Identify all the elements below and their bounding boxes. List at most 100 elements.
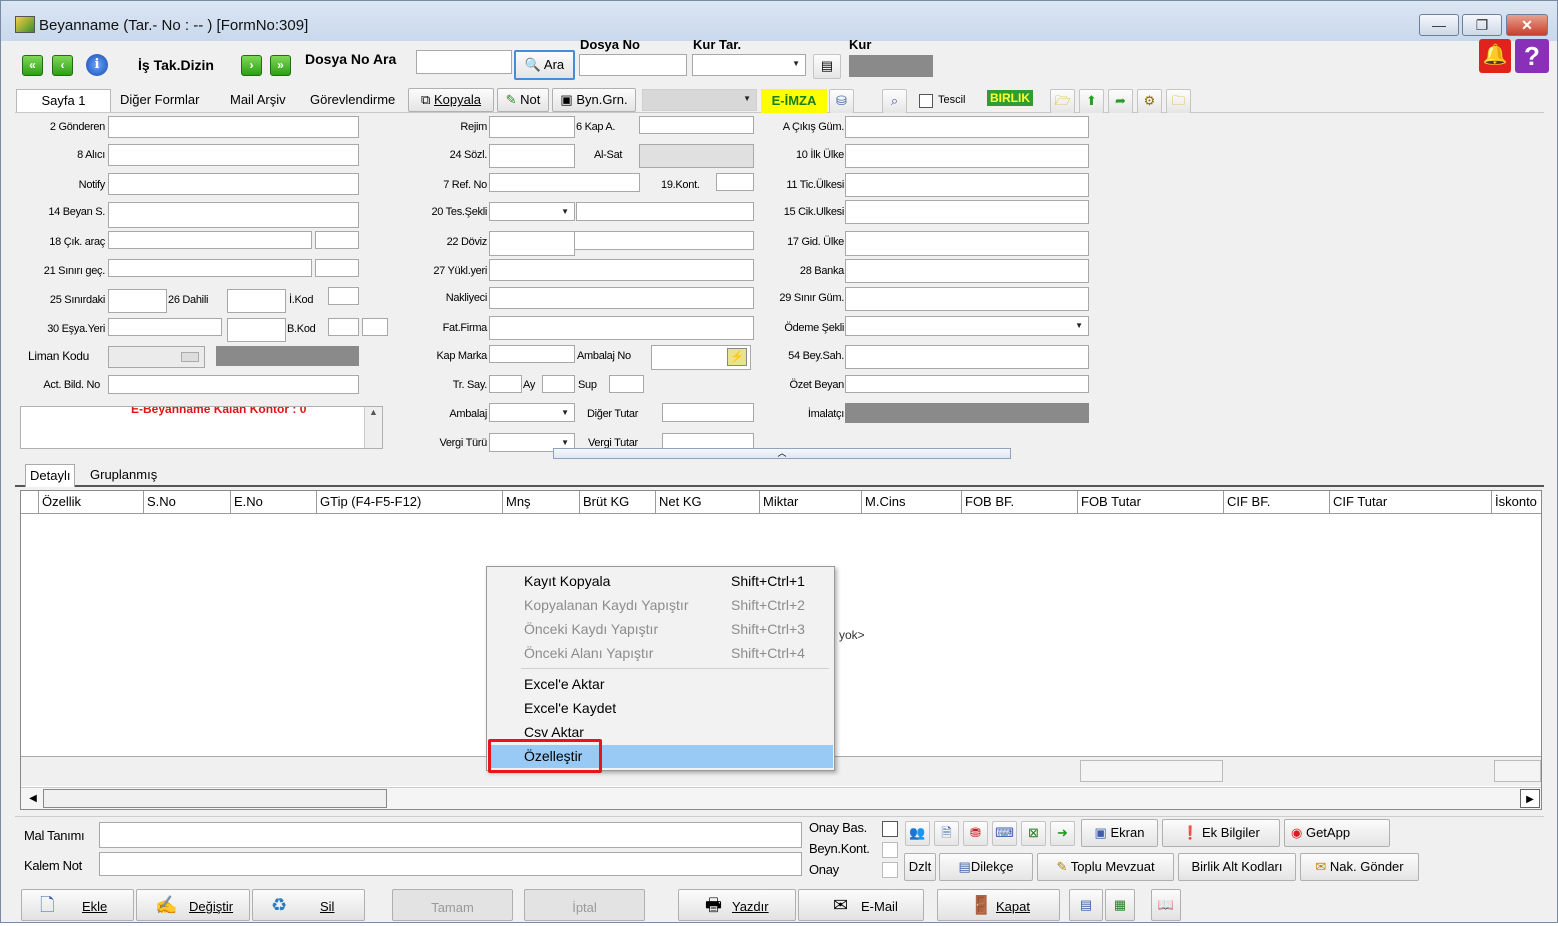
prev-record-button[interactable]: ‹: [52, 55, 73, 76]
menu-item-excel-save[interactable]: Excel'e Kaydet: [488, 697, 833, 720]
menu-item-excel-export[interactable]: Excel'e Aktar: [488, 673, 833, 696]
invoice-company-input[interactable]: [489, 316, 754, 340]
notify-input[interactable]: [108, 173, 359, 195]
goods-location-code-input[interactable]: [227, 318, 286, 342]
receiver-input[interactable]: [108, 144, 359, 166]
other-amount-input[interactable]: [662, 403, 754, 422]
goods-desc-input[interactable]: [99, 822, 802, 848]
tab-detailed[interactable]: Detaylı: [25, 464, 76, 487]
container-input[interactable]: [716, 173, 754, 191]
keyboard-icon[interactable]: ⌨: [992, 821, 1017, 846]
item-note-input[interactable]: [99, 852, 802, 876]
union-subcodes-button[interactable]: Birlik Alt Kodları: [1178, 853, 1296, 881]
exit-vehicle-code-input[interactable]: [315, 231, 359, 249]
menu-item-paste-previous-record[interactable]: Önceki Kaydı Yapıştır Shift+Ctrl+3: [488, 618, 833, 641]
folder-gear-icon[interactable]: ⚙: [1137, 89, 1162, 114]
transport-send-button[interactable]: ✉ Nak. Gönder: [1300, 853, 1419, 881]
menu-item-copy-record[interactable]: Kayıt Kopyala Shift+Ctrl+1: [488, 570, 833, 593]
byn-button[interactable]: ▣ Byn.Grn.: [552, 88, 636, 112]
goods-location-input[interactable]: [108, 318, 222, 336]
tab-page1[interactable]: Sayfa 1: [16, 89, 111, 112]
inland-input[interactable]: [227, 289, 286, 313]
print-button[interactable]: 🖶 Yazdır: [678, 889, 796, 921]
col-cif-tutar[interactable]: CIF Tutar: [1330, 491, 1492, 513]
col-fob-bf[interactable]: FOB BF.: [962, 491, 1078, 513]
edit-button[interactable]: ✍ Değiştir: [136, 889, 250, 921]
first-country-input[interactable]: [845, 144, 1089, 168]
next-record-button[interactable]: ›: [241, 55, 262, 76]
notes-area[interactable]: E-Beyanname Kalan Kontör : 0 ▲: [20, 406, 383, 449]
getapp-button[interactable]: ◉ GetApp: [1284, 819, 1390, 847]
b-kod-extra-input[interactable]: [362, 318, 388, 336]
declarant-owner-input[interactable]: [845, 345, 1089, 369]
declarant-input[interactable]: [108, 202, 359, 228]
tab-mail-archive[interactable]: Mail Arşiv: [226, 89, 290, 112]
col-sno[interactable]: S.No: [144, 491, 231, 513]
screen-button[interactable]: ▣ Ekran: [1081, 819, 1158, 847]
calculator-button[interactable]: ▦: [1105, 889, 1135, 921]
exit-vehicle-input[interactable]: [108, 231, 312, 249]
bell-icon[interactable]: 🔔: [1479, 39, 1511, 73]
minimize-button[interactable]: —: [1419, 14, 1459, 36]
bank-input[interactable]: [845, 259, 1089, 283]
profile-select[interactable]: [642, 89, 757, 111]
preview-icon[interactable]: ⌕: [882, 89, 907, 114]
tab-grouped[interactable]: Gruplanmış: [86, 464, 161, 487]
close-button[interactable]: ✕: [1506, 14, 1548, 36]
scroll-right-icon[interactable]: ▶: [1520, 789, 1540, 808]
document-icon[interactable]: 🗎: [934, 821, 959, 846]
contract-input[interactable]: [489, 144, 575, 168]
col-fob-tutar[interactable]: FOB Tutar: [1078, 491, 1224, 513]
col-ozellik[interactable]: Özellik: [39, 491, 144, 513]
carrier-input[interactable]: [489, 287, 754, 309]
border-crossing-code-input[interactable]: [315, 259, 359, 277]
notes-scrollbar[interactable]: ▲: [364, 407, 382, 448]
bulk-legislation-button[interactable]: ✎ Toplu Mevzuat: [1037, 853, 1174, 881]
sup-input[interactable]: [609, 375, 644, 393]
file-no-input[interactable]: [579, 54, 687, 76]
port-lookup-icon[interactable]: [181, 352, 199, 362]
ok-button[interactable]: Tamam: [392, 889, 513, 921]
border-customs-input[interactable]: [845, 287, 1089, 311]
birlik-button[interactable]: BIRLIK: [987, 90, 1033, 106]
help-icon[interactable]: ?: [1515, 39, 1549, 73]
folder-open-icon[interactable]: 🗀: [1166, 89, 1191, 114]
sender-input[interactable]: [108, 116, 359, 138]
petition-button[interactable]: ▤Dilekçe: [939, 853, 1033, 881]
trade-country-input[interactable]: [845, 173, 1089, 197]
tescil-checkbox[interactable]: [919, 94, 933, 108]
excel-icon[interactable]: ⊠: [1021, 821, 1046, 846]
destination-country-input[interactable]: [845, 231, 1089, 256]
report-button[interactable]: ▤: [1069, 889, 1103, 921]
tr-count-input[interactable]: [489, 375, 522, 393]
regime-input[interactable]: [489, 116, 575, 138]
loading-place-input[interactable]: [489, 259, 754, 281]
delete-button[interactable]: ♻ Sil: [252, 889, 365, 921]
users-icon[interactable]: 👥: [905, 821, 930, 846]
col-mns[interactable]: Mnş: [503, 491, 580, 513]
package-mark-input[interactable]: [489, 345, 575, 363]
col-iskonto[interactable]: İskonto: [1492, 491, 1541, 513]
go-icon[interactable]: ➜: [1050, 821, 1075, 846]
last-record-button[interactable]: »: [270, 55, 291, 76]
col-cif-bf[interactable]: CIF BF.: [1224, 491, 1330, 513]
open-folder-icon[interactable]: 🗁: [1050, 89, 1075, 114]
restore-button[interactable]: ❐: [1462, 14, 1502, 36]
folder-arrow-icon[interactable]: ➦: [1108, 89, 1133, 114]
beyn-kont-checkbox[interactable]: [882, 842, 898, 858]
package-count-input[interactable]: [639, 116, 754, 134]
dzlt-button[interactable]: Dzlt: [904, 853, 936, 881]
add-button[interactable]: 🗋 Ekle: [21, 889, 134, 921]
search-button[interactable]: 🔍 Ara: [514, 50, 575, 80]
onay-checkbox[interactable]: [882, 862, 898, 878]
tab-other-forms[interactable]: Diğer Formlar: [116, 89, 203, 112]
col-mcins[interactable]: M.Cins: [862, 491, 962, 513]
col-brut-kg[interactable]: Brüt KG: [580, 491, 656, 513]
package-no-edit-icon[interactable]: ⚡: [727, 348, 747, 366]
payment-method-select[interactable]: [845, 316, 1089, 336]
col-net-kg[interactable]: Net KG: [656, 491, 760, 513]
currency-rate-input[interactable]: [574, 231, 754, 250]
cancel-button[interactable]: İptal: [524, 889, 645, 921]
month-input[interactable]: [542, 375, 575, 393]
menu-item-paste-copied[interactable]: Kopyalanan Kaydı Yapıştır Shift+Ctrl+2: [488, 594, 833, 617]
